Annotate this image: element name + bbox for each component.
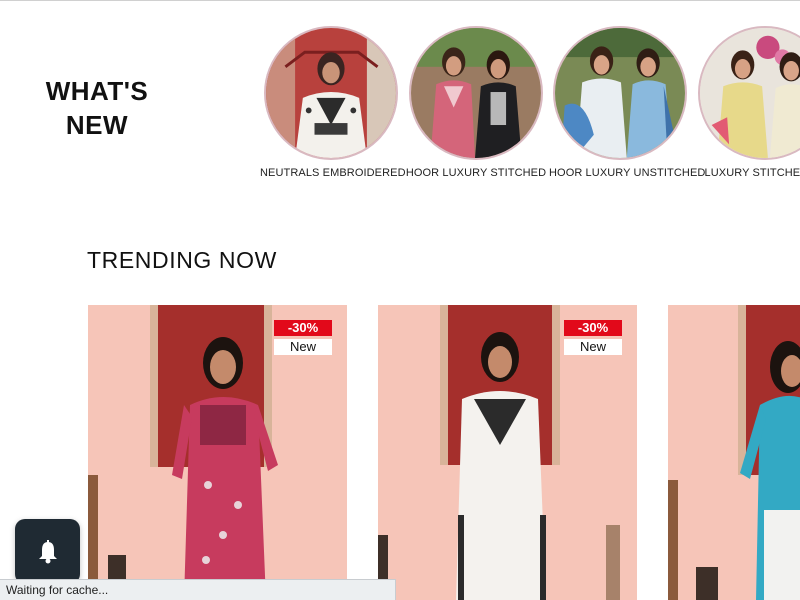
category-label: LUXURY STITCHED PA: [704, 167, 800, 179]
new-badge: New: [564, 339, 622, 355]
category-image: [553, 26, 687, 160]
discount-badge: -30%: [564, 320, 622, 336]
category-label: NEUTRALS EMBROIDERED: [260, 167, 406, 179]
notification-bell-button[interactable]: [15, 519, 80, 584]
whats-new-title: WHAT'S NEW: [45, 76, 149, 140]
top-divider: [0, 0, 800, 1]
discount-badge: -30%: [274, 320, 332, 336]
category-hoor-luxury-stitched[interactable]: HOOR LUXURY STITCHED: [405, 26, 547, 179]
new-badge: New: [274, 339, 332, 355]
browser-status-bar: Waiting for cache...: [0, 579, 396, 600]
category-image: [264, 26, 398, 160]
trending-title: TRENDING NOW: [87, 247, 277, 273]
product-image: [668, 305, 800, 600]
category-luxury-stitched[interactable]: LUXURY STITCHED PA: [694, 26, 800, 179]
category-hoor-luxury-unstitched[interactable]: HOOR LUXURY UNSTITCHED: [549, 26, 706, 179]
category-label: HOOR LUXURY UNSTITCHED: [549, 167, 706, 179]
category-neutrals-embroidered[interactable]: NEUTRALS EMBROIDERED: [260, 26, 406, 179]
product-card[interactable]: -30% New: [378, 305, 637, 600]
bell-icon: [38, 539, 57, 563]
category-image: [698, 26, 800, 160]
category-label: HOOR LUXURY STITCHED: [405, 167, 547, 179]
product-card[interactable]: [668, 305, 800, 600]
category-image: [409, 26, 543, 160]
product-card[interactable]: -30% New: [88, 305, 347, 600]
